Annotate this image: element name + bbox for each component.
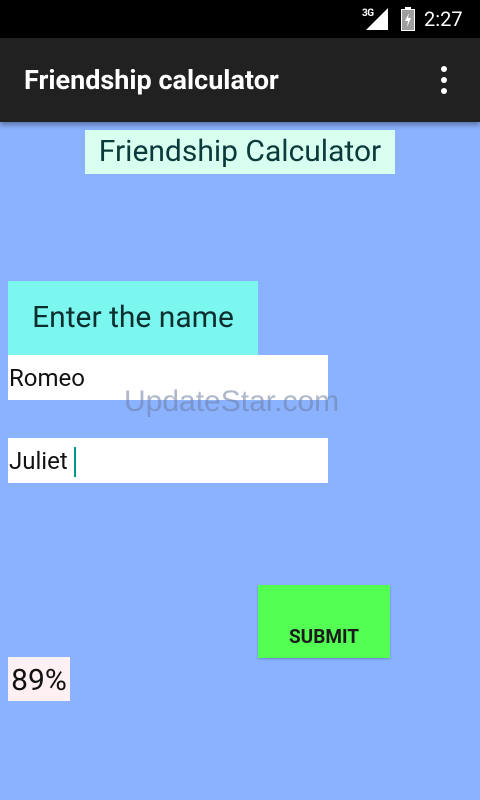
battery-charging-icon bbox=[401, 7, 415, 31]
submit-button[interactable]: SUBMIT bbox=[258, 585, 390, 658]
calculator-heading: Friendship Calculator bbox=[85, 130, 395, 174]
second-name-input[interactable] bbox=[8, 438, 328, 483]
app-title: Friendship calculator bbox=[24, 64, 279, 96]
overflow-dot bbox=[441, 66, 447, 72]
overflow-dot bbox=[441, 88, 447, 94]
friendship-result: 89% bbox=[8, 657, 70, 701]
more-vert-icon[interactable] bbox=[428, 60, 460, 100]
first-name-input[interactable] bbox=[8, 355, 328, 400]
enter-name-prompt: Enter the name bbox=[8, 281, 258, 355]
text-cursor bbox=[74, 447, 76, 477]
status-clock: 2:27 bbox=[424, 7, 463, 31]
network-type-label: 3G bbox=[362, 8, 374, 19]
overflow-dot bbox=[441, 77, 447, 83]
app-screen: 3G 2:27 Friendship calculator Friendship… bbox=[0, 0, 480, 800]
status-bar: 3G 2:27 bbox=[0, 0, 480, 38]
action-bar: Friendship calculator bbox=[0, 38, 480, 122]
